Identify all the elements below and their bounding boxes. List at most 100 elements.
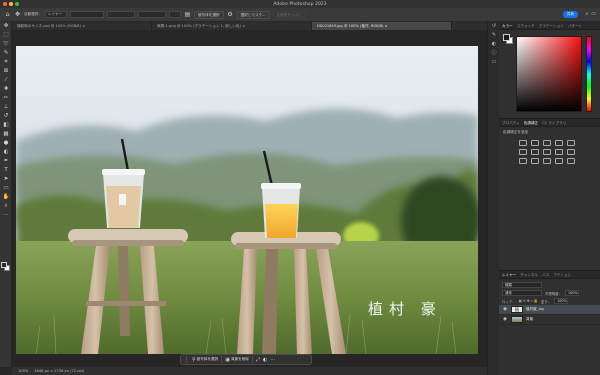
selective-color-icon[interactable] <box>567 158 575 164</box>
tab-document-1[interactable]: 撮影時のサイズ.psd @ 100% (RGB/8) × <box>12 22 152 30</box>
adjust-icon[interactable]: ◐ <box>263 357 267 363</box>
select-and-mask-button[interactable]: 選択とマスク... <box>236 10 270 19</box>
eye-icon[interactable]: ◉ <box>502 307 508 312</box>
align-icon[interactable]: ▤ <box>184 11 191 18</box>
eraser-tool-icon[interactable]: ◧ <box>0 121 12 130</box>
zoom-tool-icon[interactable]: ⌕ <box>0 202 12 211</box>
transform-icon[interactable]: ⤢ <box>256 357 260 363</box>
channel-mixer-icon[interactable] <box>567 149 575 155</box>
color-field[interactable] <box>516 36 582 112</box>
tab-adjustments[interactable]: 色調補正 <box>524 119 538 126</box>
shape-tool-icon[interactable]: ▭ <box>0 184 12 193</box>
move-tool-icon[interactable]: ✥ <box>0 22 12 31</box>
foreground-color-swatch[interactable] <box>1 262 7 268</box>
invert-icon[interactable] <box>519 158 527 164</box>
layer-name[interactable]: 背景 <box>526 317 533 322</box>
blank-field-1[interactable] <box>69 11 104 18</box>
zoom-window-button[interactable] <box>15 2 19 6</box>
tab-patterns[interactable]: パターン <box>568 22 582 29</box>
brush-tool-icon[interactable]: ✏ <box>0 94 12 103</box>
document-info[interactable]: 3648 px × 2736 px (72 ppi) <box>34 367 84 375</box>
fill-field[interactable]: 100% <box>554 298 569 304</box>
gradient-map-icon[interactable] <box>555 158 563 164</box>
workspace-icon[interactable]: ▭ <box>591 11 596 18</box>
tab-paths[interactable]: パス <box>542 271 549 278</box>
drag-handle-icon[interactable]: ⋮ <box>184 357 189 363</box>
photo-filter-icon[interactable] <box>555 149 563 155</box>
quick-select-tool-icon[interactable]: ✎ <box>0 49 12 58</box>
more-tools-icon[interactable]: ⋯ <box>0 211 12 220</box>
frame-tool-icon[interactable]: ⊠ <box>0 67 12 76</box>
hue-slider[interactable] <box>586 36 592 112</box>
minimize-window-button[interactable] <box>9 2 13 6</box>
healing-tool-icon[interactable]: ✚ <box>0 85 12 94</box>
adjustments-title: 色調補正を追加 <box>503 130 529 134</box>
blend-mode-dropdown[interactable]: 通常 <box>502 290 542 296</box>
exposure-icon[interactable] <box>555 140 563 146</box>
tab-color[interactable]: カラー <box>502 22 513 29</box>
document-tabs: 撮影時のサイズ.psd @ 100% (RGB/8) × 無題-1.png @ … <box>12 22 487 30</box>
select-subject-option[interactable]: 被写体を選択 <box>193 10 224 19</box>
title-bar: Adobe Photoshop 2023 <box>0 0 600 8</box>
tab-document-2[interactable]: 無題-1.png @ 100% (グラデーション 1, 新しい色) × <box>152 22 312 30</box>
more-options-icon[interactable]: ⋯ <box>270 357 275 363</box>
black-white-icon[interactable] <box>543 149 551 155</box>
person-icon: ⚲ <box>192 356 196 363</box>
foreground-color-chip[interactable] <box>503 34 510 41</box>
color-balance-icon[interactable] <box>531 149 539 155</box>
close-window-button[interactable] <box>3 2 7 6</box>
blank-field-4[interactable] <box>168 11 181 18</box>
document-photo[interactable]: 植村 豪 <box>16 46 478 354</box>
type-tool-icon[interactable]: T <box>0 166 12 175</box>
color-swatches[interactable] <box>1 262 11 272</box>
hand-tool-icon[interactable]: ✋ <box>0 193 12 202</box>
crop-tool-icon[interactable]: ⌗ <box>0 58 12 67</box>
tab-document-3[interactable]: DSC01849.jpg @ 100% (植村, RGB/8) × <box>312 22 452 30</box>
eyedropper-tool-icon[interactable]: ⁄ <box>0 76 12 85</box>
curves-icon[interactable] <box>543 140 551 146</box>
history-brush-icon[interactable]: ↺ <box>0 112 12 121</box>
canvas-area[interactable]: 植村 豪 <box>12 30 487 367</box>
blank-field-3[interactable] <box>137 11 166 18</box>
tab-gradients[interactable]: グラデーション <box>539 22 564 29</box>
blank-field-2[interactable] <box>106 11 135 18</box>
levels-icon[interactable] <box>531 140 539 146</box>
tab-channels[interactable]: チャンネル <box>520 271 538 278</box>
search-icon[interactable]: ⌕ <box>585 11 588 18</box>
hue-saturation-icon[interactable] <box>519 149 527 155</box>
home-icon[interactable]: ⌂ <box>4 11 11 18</box>
generative-fill-button[interactable]: 生成塗りつぶし <box>272 10 306 19</box>
tab-layers[interactable]: レイヤー <box>502 271 516 278</box>
pen-tool-icon[interactable]: ✒ <box>0 157 12 166</box>
layer-name[interactable]: 植村豪_sig <box>526 307 544 312</box>
adjustments-panel: プロパティ 色調補正 CC ライブラリ 色調補正を追加 <box>499 118 600 270</box>
select-subject-button[interactable]: ⚲ 被写体を選択 <box>192 357 218 363</box>
threshold-icon[interactable] <box>543 158 551 164</box>
auto-select-dropdown[interactable]: レイヤー <box>44 11 67 18</box>
lock-icons[interactable]: ▦ ✎ ✥ ⌗ 🔒 <box>519 299 538 303</box>
marquee-tool-icon[interactable]: ⬚ <box>0 31 12 40</box>
vibrance-icon[interactable] <box>567 140 575 146</box>
posterize-icon[interactable] <box>531 158 539 164</box>
stamp-tool-icon[interactable]: ⊥ <box>0 103 12 112</box>
dodge-tool-icon[interactable]: ◐ <box>0 148 12 157</box>
layer-kind-filter[interactable]: 種類 <box>502 282 542 288</box>
tab-swatches[interactable]: スウォッチ <box>517 22 535 29</box>
opacity-field[interactable]: 100% <box>564 290 579 296</box>
gear-icon[interactable]: ⚙ <box>227 11 234 18</box>
lasso-tool-icon[interactable]: ➰ <box>0 40 12 49</box>
move-tool-icon[interactable]: ✥ <box>14 11 21 18</box>
path-select-tool-icon[interactable]: ➤ <box>0 175 12 184</box>
share-button[interactable]: 共有 <box>563 11 578 18</box>
zoom-level[interactable]: 100% <box>18 367 28 375</box>
tab-properties[interactable]: プロパティ <box>502 119 520 126</box>
layer-row[interactable]: ◉ 背景 <box>499 315 600 325</box>
layer-row[interactable]: ◉ 植 植村豪_sig <box>499 305 600 315</box>
eye-icon[interactable]: ◉ <box>502 317 508 322</box>
gradient-tool-icon[interactable]: ▦ <box>0 130 12 139</box>
remove-background-button[interactable]: ▣ 背景を削除 <box>225 357 249 363</box>
tab-actions[interactable]: アクション <box>553 271 571 278</box>
tab-libraries[interactable]: CC ライブラリ <box>542 119 566 126</box>
blur-tool-icon[interactable]: ● <box>0 139 12 148</box>
brightness-icon[interactable] <box>519 140 527 146</box>
